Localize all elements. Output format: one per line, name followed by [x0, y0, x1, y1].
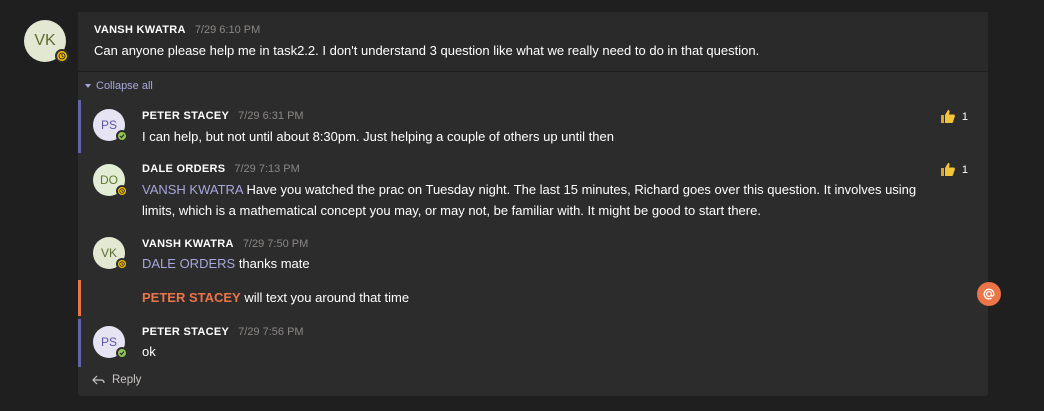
reply-button[interactable]: Reply: [92, 374, 141, 386]
status-available-icon: [116, 130, 128, 142]
message-text-body: thanks mate: [235, 256, 310, 271]
root-message: VANSH KWATRA 7/29 6:10 PM Can anyone ple…: [78, 12, 988, 72]
mention-dale-orders[interactable]: DALE ORDERS: [142, 256, 235, 271]
message-author[interactable]: PETER STACEY: [142, 326, 229, 338]
unread-indicator-bar: [78, 319, 81, 367]
message-timestamp: 7/29 7:56 PM: [238, 326, 304, 338]
avatar-initials: VK: [34, 32, 56, 49]
message-text-line: limits, which is a mathematical concept …: [142, 203, 761, 218]
reply-message: PS PETER STACEY 7/29 6:31 PM I can help,…: [78, 100, 988, 153]
message-text: I can help, but not until about 8:30pm. …: [142, 129, 614, 144]
avatar-vansh-kwatra[interactable]: VK: [24, 20, 69, 63]
reply-message: DO DALE ORDERS 7/29 7:13 PM VANSH KWATRA…: [78, 153, 988, 229]
status-away-icon: [116, 185, 128, 197]
like-reaction[interactable]: 1: [940, 109, 968, 124]
avatar-initials: PS: [100, 118, 117, 132]
reaction-count: 1: [961, 163, 968, 176]
status-available-icon: [116, 347, 128, 359]
message-text: VANSH KWATRA Have you watched the prac o…: [142, 179, 972, 221]
message-author[interactable]: VANSH KWATRA: [142, 238, 234, 250]
status-away-icon: [116, 258, 128, 270]
message-text: PETER STACEY will text you around that t…: [142, 287, 409, 308]
message-author[interactable]: VANSH KWATRA: [94, 24, 186, 36]
avatar-peter-stacey[interactable]: PS: [93, 109, 128, 142]
reply-label: Reply: [112, 374, 142, 386]
mention-indicator-bar: [78, 280, 81, 316]
message-timestamp: 7/29 7:13 PM: [234, 163, 300, 175]
mention-vansh-kwatra[interactable]: VANSH KWATRA: [142, 182, 243, 197]
reaction-count: 1: [961, 110, 968, 123]
message-author[interactable]: DALE ORDERS: [142, 163, 225, 175]
mention-badge[interactable]: [977, 282, 1001, 306]
caret-down-icon: [85, 84, 91, 88]
thumbs-up-icon: [940, 110, 955, 123]
message-text: Can anyone please help me in task2.2. I …: [94, 43, 760, 58]
conversation-thread: VANSH KWATRA 7/29 6:10 PM Can anyone ple…: [78, 12, 988, 396]
reply-arrow-icon: [92, 375, 105, 385]
message-text-body: will text you around that time: [240, 290, 410, 305]
collapse-all-button[interactable]: Collapse all: [84, 80, 153, 92]
reply-message-continuation: PETER STACEY will text you around that t…: [78, 280, 988, 316]
collapse-all-label: Collapse all: [96, 80, 153, 92]
like-reaction[interactable]: 1: [940, 162, 968, 177]
avatar-peter-stacey[interactable]: PS: [93, 326, 128, 359]
avatar-initials: VK: [100, 246, 117, 260]
mention-peter-stacey[interactable]: PETER STACEY: [142, 290, 241, 305]
avatar-dale-orders[interactable]: DO: [93, 164, 128, 197]
status-away-icon: [55, 49, 69, 63]
message-text: ok: [142, 344, 156, 359]
message-timestamp: 7/29 6:31 PM: [238, 110, 304, 122]
reply-message: PS PETER STACEY 7/29 7:56 PM ok: [78, 319, 988, 367]
unread-indicator-bar: [78, 100, 81, 153]
message-text: DALE ORDERS thanks mate: [142, 253, 310, 274]
avatar-initials: DO: [100, 173, 118, 187]
message-timestamp: 7/29 7:50 PM: [242, 238, 309, 250]
avatar-vansh-kwatra[interactable]: VK: [93, 237, 128, 270]
avatar-initials: PS: [100, 335, 117, 349]
thumbs-up-icon: [940, 163, 955, 176]
message-timestamp: 7/29 6:10 PM: [194, 24, 261, 36]
message-author[interactable]: PETER STACEY: [142, 110, 229, 122]
reply-message: VK VANSH KWATRA 7/29 7:50 PM DALE ORDERS…: [78, 229, 988, 279]
at-sign-icon: [983, 288, 995, 300]
message-text-line: Have you watched the prac on Tuesday nig…: [242, 182, 917, 197]
